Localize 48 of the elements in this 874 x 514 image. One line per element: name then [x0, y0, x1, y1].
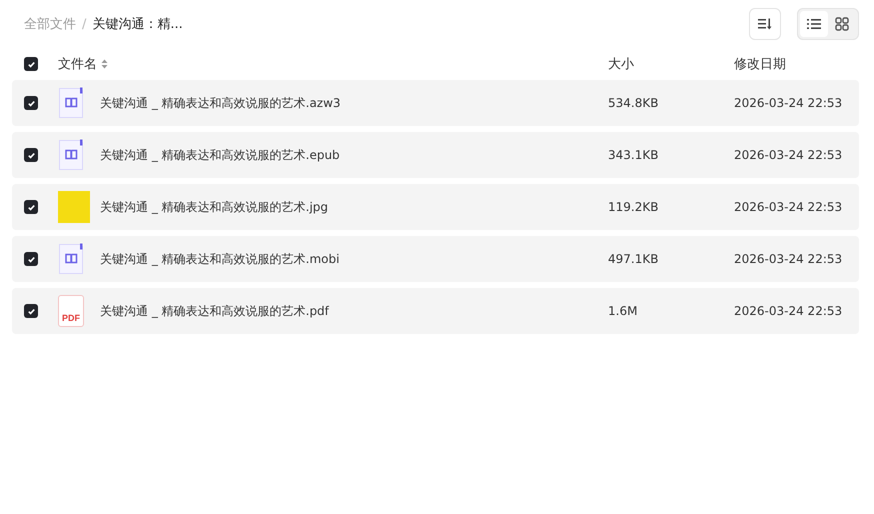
checkmark-icon [26, 202, 36, 212]
book-file-icon [58, 243, 84, 275]
view-toggle-button[interactable] [800, 11, 828, 37]
checkbox[interactable] [24, 200, 38, 214]
column-header: 大小 [608, 56, 635, 73]
sort-arrows-icon[interactable] [101, 59, 108, 69]
file-size: 119.2KB [608, 200, 660, 214]
checkmark-icon [26, 98, 36, 108]
checkbox[interactable] [24, 252, 38, 266]
checkmark-icon [26, 254, 36, 264]
file-row[interactable]: 关键沟通 _ 精确表达和高效说服的艺术.epub 343.1KB 2026-03-24 22:53 [12, 132, 859, 178]
checkmark-icon [26, 306, 36, 316]
pdf-file-icon: PDF [58, 295, 84, 327]
checkbox[interactable] [24, 96, 38, 110]
file-name: 关键沟通 _ 精确表达和高效说服的艺术.jpg [100, 198, 330, 216]
checkbox[interactable] [24, 148, 38, 162]
breadcrumb-separator: / [82, 16, 86, 32]
sort-icon [758, 18, 772, 30]
modified-date: 2026-03-24 22:53 [734, 200, 844, 214]
book-file-icon [58, 139, 84, 171]
modified-date: 2026-03-24 22:53 [734, 252, 844, 266]
file-name: 关键沟通 _ 精确表达和高效说服的艺术.pdf [100, 302, 330, 320]
column-header: 修改日期 [734, 56, 787, 73]
file-size: 1.6M [608, 304, 638, 318]
file-name: 关键沟通 _ 精确表达和高效说服的艺术.epub [100, 146, 341, 164]
checkbox[interactable] [24, 57, 38, 71]
modified-date: 2026-03-24 22:53 [734, 96, 844, 110]
checkbox[interactable] [24, 304, 38, 318]
breadcrumb-item[interactable]: 关键沟通：精... [92, 15, 183, 33]
file-row[interactable]: 关键沟通 _ 精确表达和高效说服的艺术.jpg 119.2KB 2026-03-24 22:53 [12, 184, 859, 230]
cover-image-thumbnail [58, 191, 90, 223]
file-name: 关键沟通 _ 精确表达和高效说服的艺术.mobi [100, 250, 340, 268]
grid-view-icon [835, 17, 849, 31]
column-header[interactable]: 文件名 [58, 55, 97, 73]
book-file-icon [58, 87, 84, 119]
checkmark-icon [26, 60, 36, 68]
file-size: 534.8KB [608, 96, 660, 110]
sort-button[interactable] [749, 8, 781, 40]
file-row[interactable]: PDF 关键沟通 _ 精确表达和高效说服的艺术.pdf 1.6M 2026-03-24 22:53 [12, 288, 859, 334]
file-size: 343.1KB [608, 148, 660, 162]
modified-date: 2026-03-24 22:53 [734, 304, 844, 318]
file-row[interactable]: 关键沟通 _ 精确表达和高效说服的艺术.azw3 534.8KB 2026-03-24 22:53 [12, 80, 859, 126]
list-view-icon [807, 18, 821, 30]
file-size: 497.1KB [608, 252, 660, 266]
file-name: 关键沟通 _ 精确表达和高效说服的艺术.azw3 [100, 94, 342, 112]
checkmark-icon [26, 150, 36, 160]
modified-date: 2026-03-24 22:53 [734, 148, 844, 162]
file-row[interactable]: 关键沟通 _ 精确表达和高效说服的艺术.mobi 497.1KB 2026-03-24 22:53 [12, 236, 859, 282]
